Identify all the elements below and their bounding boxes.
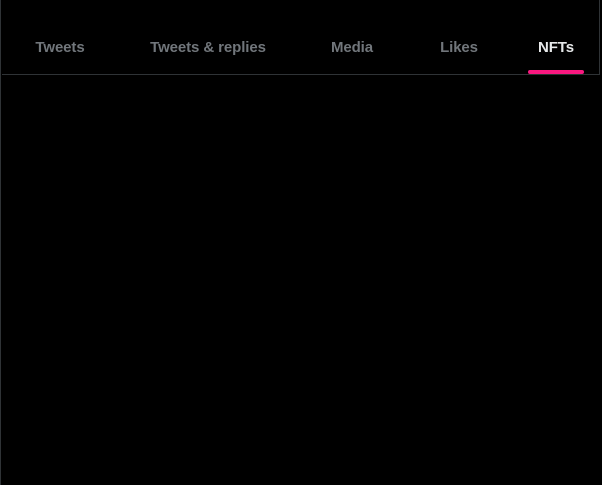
tab-label: Tweets & replies	[150, 38, 266, 56]
avatar-image-icon	[19, 0, 53, 4]
tab-label: Likes	[440, 38, 478, 56]
profile-column: Tweets Tweets & replies Media Likes NFTs	[0, 0, 600, 485]
avatar[interactable]	[19, 0, 53, 4]
tab-likes[interactable]: Likes	[406, 20, 512, 74]
tab-label: Media	[330, 38, 373, 56]
profile-tabs: Tweets Tweets & replies Media Likes NFTs	[2, 20, 600, 75]
tab-tweets-and-replies[interactable]: Tweets & replies	[118, 20, 298, 74]
tab-label: Tweets	[35, 38, 85, 56]
active-tab-indicator	[528, 70, 584, 74]
tab-label: NFTs	[538, 38, 574, 56]
tab-nfts[interactable]: NFTs	[512, 20, 600, 74]
tab-tweets[interactable]: Tweets	[2, 20, 118, 74]
tab-media[interactable]: Media	[298, 20, 406, 74]
tab-content-area	[2, 75, 600, 485]
